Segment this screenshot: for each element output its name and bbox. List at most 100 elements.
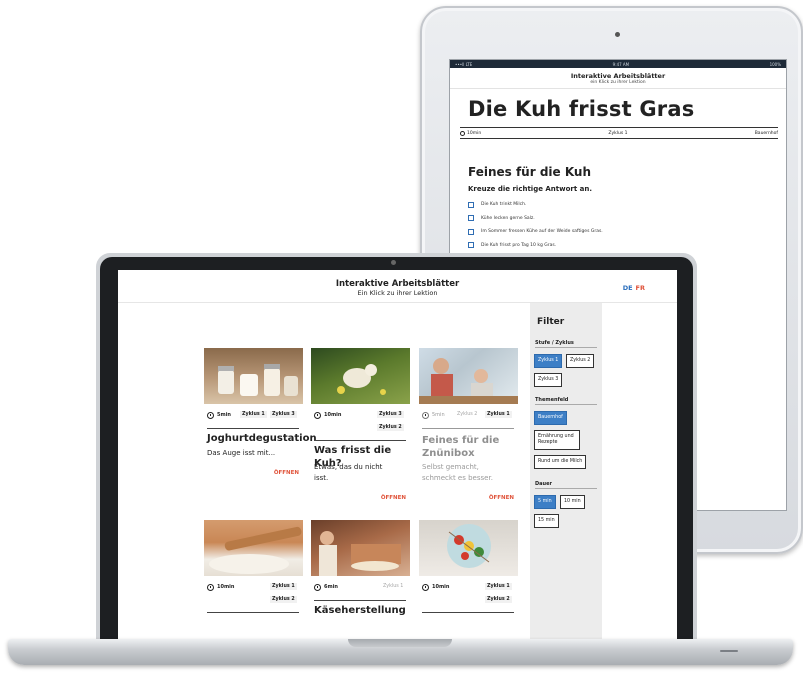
language-switcher: DE FR: [623, 284, 645, 292]
filter-zyklus-2[interactable]: Zyklus 2: [566, 354, 595, 368]
cow-food-photo: [311, 348, 410, 404]
ipad-site-header: Interaktive Arbeitsblätter ein Klick zu …: [450, 68, 786, 89]
zyklus-tag: Zyklus 2: [377, 424, 404, 431]
site-title[interactable]: Interaktive Arbeitsblätter: [118, 279, 677, 289]
checkbox[interactable]: [468, 242, 474, 249]
yogurt-jars-image: [218, 364, 298, 396]
card-title[interactable]: Joghurtdegustation: [207, 432, 317, 445]
card-divider: [207, 428, 299, 429]
checkbox[interactable]: [468, 228, 474, 235]
lesson-card[interactable]: 6min Zyklus 1 Käseherstellung: [311, 520, 410, 645]
filter-ernaehrung[interactable]: Ernährung und Rezepte: [534, 430, 580, 450]
zyklus-tag: Zyklus 1: [240, 411, 267, 418]
lang-de-link[interactable]: DE: [623, 284, 633, 292]
answer-text: Die Kuh trinkt Milch.: [481, 202, 527, 208]
open-button[interactable]: ÖFFNEN: [489, 495, 514, 501]
filter-5min[interactable]: 5 min: [534, 495, 556, 509]
lesson-card[interactable]: 10min Zyklus 1 Zyklus 2: [204, 520, 303, 645]
card-divider: [314, 440, 406, 441]
clock-icon: [422, 412, 429, 419]
card-duration: 5min: [217, 412, 231, 418]
card-duration: 5min: [432, 412, 445, 418]
filter-divider: [535, 347, 597, 348]
rolling-pin-image: [209, 526, 302, 574]
ipad-camera: [615, 32, 620, 37]
answer-option[interactable]: Im Sommer fressen Kühe auf der Weide saf…: [468, 225, 786, 239]
clock-icon: [314, 412, 321, 419]
lesson-card[interactable]: 5min Zyklus 2 Zyklus 1 Feines für die Zn…: [419, 348, 518, 508]
lesson-duration: 10min: [460, 130, 481, 136]
zyklus-tag: Zyklus 1: [485, 583, 512, 590]
card-duration: 10min: [217, 584, 235, 590]
filter-divider: [535, 404, 597, 405]
status-time: 9:47 AM: [612, 61, 630, 67]
filter-stufe-label: Stufe / Zyklus: [535, 340, 574, 346]
yogurt-photo: [204, 348, 303, 404]
checkbox[interactable]: [468, 201, 474, 208]
cheese-photo: [311, 520, 410, 576]
lamb-image: [337, 364, 386, 395]
zyklus-tag: Zyklus 3: [377, 411, 404, 418]
card-duration: 6min: [324, 584, 338, 590]
checkbox[interactable]: [468, 215, 474, 222]
answer-option[interactable]: Die Kuh frisst pro Tag 10 kg Gras.: [468, 239, 786, 253]
answer-text: Im Sommer fressen Kühe auf der Weide saf…: [481, 229, 603, 235]
filter-themenfeld-label: Themenfeld: [535, 397, 569, 403]
children-cooking-image: [419, 358, 518, 404]
lesson-zyklus: Zyklus 1: [608, 130, 628, 136]
card-description: Selbst gemacht, schmeckt es besser.: [422, 463, 493, 482]
filter-sidebar: Filter Stufe / Zyklus Zyklus 1 Zyklus 2 …: [530, 303, 602, 645]
answer-option[interactable]: Die Kuh trinkt Milch.: [468, 198, 786, 212]
card-title[interactable]: Feines für die Znünibox: [422, 434, 502, 460]
lesson-themenfeld: Bauernhof: [754, 130, 778, 136]
filter-dauer-label: Dauer: [535, 481, 552, 487]
card-description: Etwas, das du nicht isst.: [314, 463, 383, 482]
ipad-site-title[interactable]: Interaktive Arbeitsblätter: [450, 72, 786, 80]
site-subtitle: Ein Klick zu ihrer Lektion: [357, 289, 438, 297]
snack-photo: [419, 348, 518, 404]
filter-10min[interactable]: 10 min: [560, 495, 585, 509]
lesson-card[interactable]: 10min Zyklus 1 Zyklus 2: [419, 520, 518, 645]
card-title[interactable]: Käseherstellung: [314, 604, 409, 617]
card-divider: [422, 428, 514, 429]
laptop-base: [8, 639, 793, 665]
laptop-notch: [348, 639, 452, 647]
status-battery: 100%: [769, 61, 781, 67]
filter-bauernhof[interactable]: Bauernhof: [534, 411, 567, 425]
section-title: Feines für die Kuh: [468, 165, 592, 179]
card-duration: 10min: [432, 584, 450, 590]
skewer-photo: [419, 520, 518, 576]
card-description: Das Auge isst mit...: [207, 449, 276, 457]
clock-icon: [422, 584, 429, 591]
lesson-card[interactable]: 5min Zyklus 1 Zyklus 3 Joghurtdegustatio…: [204, 348, 317, 488]
filter-15min[interactable]: 15 min: [534, 514, 559, 528]
answer-text: Kühe lecken gerne Salz.: [481, 215, 535, 221]
card-divider: [314, 600, 406, 601]
open-button[interactable]: ÖFFNEN: [274, 470, 299, 476]
lesson-meta-bar: 10min Zyklus 1 Bauernhof: [460, 127, 778, 139]
flour-photo: [204, 520, 303, 576]
clock-icon: [207, 412, 214, 419]
ipad-status-bar: •••ll LTE 9:47 AM 100%: [450, 60, 786, 68]
card-duration: 10min: [324, 412, 342, 418]
clock-icon: [207, 584, 214, 591]
cheese-making-image: [319, 531, 401, 576]
lang-fr-link[interactable]: FR: [636, 284, 645, 292]
fruit-skewer-image: [447, 524, 491, 568]
filter-title: Filter: [537, 317, 565, 327]
zyklus-tag: Zyklus 2: [457, 412, 478, 417]
filter-zyklus-1[interactable]: Zyklus 1: [534, 354, 563, 368]
laptop-screen: Interaktive Arbeitsblätter Ein Klick zu …: [118, 270, 677, 645]
lesson-title: Die Kuh frisst Gras: [468, 97, 695, 121]
clock-icon: [460, 130, 465, 136]
filter-zyklus-3[interactable]: Zyklus 3: [534, 373, 563, 387]
site-header: Interaktive Arbeitsblätter Ein Klick zu …: [118, 270, 677, 303]
lesson-card[interactable]: 10min Zyklus 3 Zyklus 2 Was frisst die K…: [311, 348, 410, 508]
laptop-led: [720, 650, 738, 652]
filter-milch[interactable]: Rund um die Milch: [534, 455, 587, 469]
open-button[interactable]: ÖFFNEN: [381, 495, 406, 501]
answer-text: Die Kuh frisst pro Tag 10 kg Gras.: [481, 242, 557, 248]
clock-icon: [314, 584, 321, 591]
answer-option[interactable]: Kühe lecken gerne Salz.: [468, 212, 786, 226]
ipad-site-subtitle: ein Klick zu ihrer Lektion: [590, 80, 646, 85]
